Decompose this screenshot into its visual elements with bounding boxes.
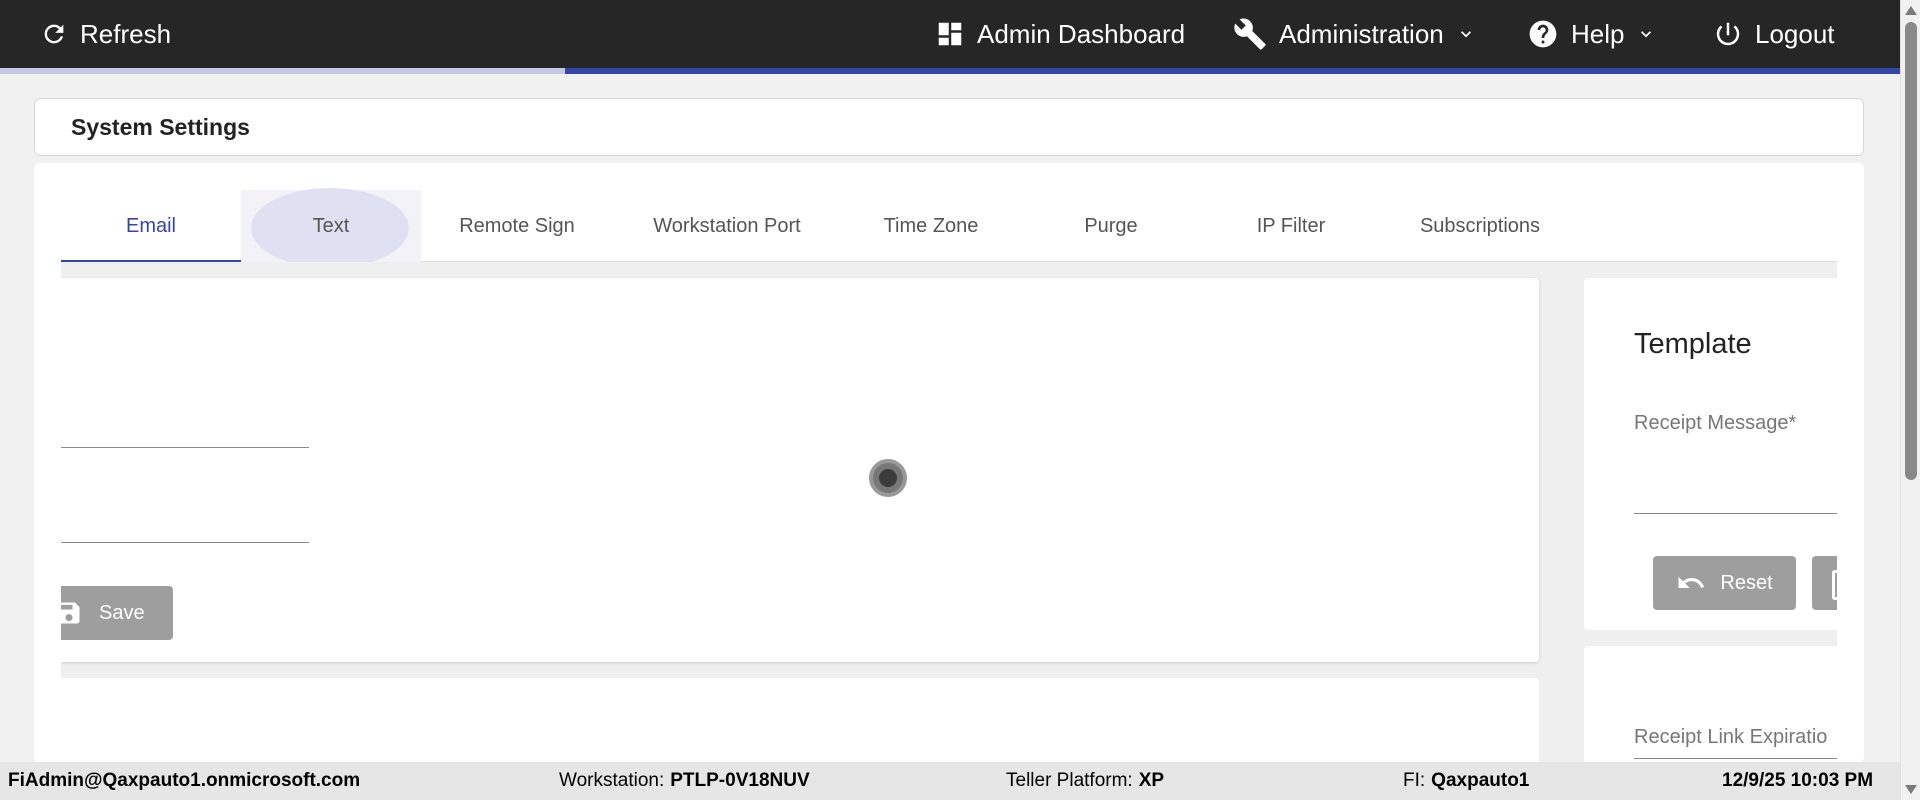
tab-label: Text [312,214,350,237]
tab-label: Email [125,214,176,237]
help-label: Help [1571,18,1625,49]
status-user: FiAdmin@Qaxpauto1.onmicrosoft.com [8,762,360,800]
template-title: Template [1634,328,1752,360]
loading-progress-bar [0,68,1900,74]
top-navigation-bar: Refresh Admin Dashboard Administration H… [0,0,1900,68]
tab-label: Purge [1084,214,1138,237]
reset-button[interactable]: Reset [1653,556,1796,610]
status-datetime-value: 12/9/25 10:03 PM [1722,770,1874,791]
receipt-message-label: Receipt Message* [1634,412,1796,435]
status-workstation-label: Workstation: [559,770,665,791]
chevron-down-icon [1641,31,1652,38]
wrench-icon [1234,18,1266,50]
tab-text[interactable]: Text [241,188,421,268]
administration-label: Administration [1279,18,1444,49]
text-settings-panel: Save [61,278,1539,662]
logout-button[interactable]: Logout [1713,0,1835,68]
status-teller-platform-value: XP [1138,770,1165,791]
refresh-button[interactable]: Refresh [40,0,171,68]
save-label: Save [99,601,145,624]
status-workstation-value: PTLP-0V18NUV [670,770,810,791]
status-fi-label: FI: [1403,770,1426,791]
save-button[interactable]: Save [61,586,173,640]
status-fi: FI: Qaxpauto1 [1403,762,1529,800]
admin-dashboard-label: Admin Dashboard [977,18,1186,49]
tab-label: IP Filter [1256,214,1326,237]
receipt-link-panel: Receipt Link Expiratio [1584,646,1837,762]
scroll-down-arrow[interactable] [1905,785,1917,794]
receipt-link-expiration-field[interactable] [1634,758,1837,759]
status-workstation: Workstation: PTLP-0V18NUV [559,762,810,800]
tab-remote-sign[interactable]: Remote Sign [421,190,613,262]
tab-email[interactable]: Email [61,190,241,263]
scroll-thumb[interactable] [1905,22,1917,480]
receipt-message-label-text: Receipt Message [1634,412,1789,434]
text-field-underline[interactable] [61,542,309,543]
undo-icon [1678,576,1705,588]
save-icon [61,599,81,627]
tab-workstation-port[interactable]: Workstation Port [613,190,841,262]
text-field-underline[interactable] [61,447,309,448]
logout-label: Logout [1755,18,1835,49]
tab-label: Workstation Port [653,214,801,237]
tab-content-area: Save Template Receipt Message* Reset Rec… [61,262,1837,762]
tab-label: Remote Sign [459,214,575,237]
receipt-message-field[interactable] [1634,513,1837,514]
status-datetime: 12/9/25 10:03 PM [1722,762,1873,800]
loading-spinner [869,459,907,497]
refresh-label: Refresh [80,18,172,49]
page-title: System Settings [71,113,250,140]
required-marker: * [1788,412,1797,434]
reset-label: Reset [1720,571,1773,594]
receipt-link-expiration-label: Receipt Link Expiratio [1634,726,1828,748]
tab-purge[interactable]: Purge [1021,190,1201,262]
help-icon [1529,20,1557,48]
template-panel: Template Receipt Message* Reset [1584,278,1837,630]
scroll-up-arrow[interactable] [1905,6,1917,15]
status-user-value: FiAdmin@Qaxpauto1.onmicrosoft.com [8,770,361,791]
tab-ip-filter[interactable]: IP Filter [1201,190,1381,262]
status-bar: FiAdmin@Qaxpauto1.onmicrosoft.com Workst… [0,762,1900,800]
help-menu[interactable]: Help [1527,0,1656,68]
status-teller-platform-label: Teller Platform: [1006,770,1133,791]
status-teller-platform: Teller Platform: XP [1006,762,1164,800]
tab-label: Time Zone [883,214,979,237]
settings-tabs: Email Text Remote Sign Workstation Port … [61,188,1837,268]
template-secondary-button[interactable] [1812,556,1837,610]
page-scrollbar[interactable] [1900,0,1920,800]
progress-fill [565,68,1900,74]
tab-subscriptions[interactable]: Subscriptions [1381,190,1579,262]
secondary-settings-panel [61,678,1539,762]
dashboard-icon [938,22,962,46]
tab-label: Subscriptions [1419,214,1541,237]
power-icon [1716,22,1740,46]
status-fi-value: Qaxpauto1 [1431,770,1530,791]
admin-dashboard-button[interactable]: Admin Dashboard [935,0,1185,68]
page-title-card: System Settings [34,98,1864,156]
tab-time-zone[interactable]: Time Zone [841,190,1021,262]
refresh-icon [44,24,64,44]
administration-menu[interactable]: Administration [1233,0,1476,68]
chevron-down-icon [1460,31,1471,38]
